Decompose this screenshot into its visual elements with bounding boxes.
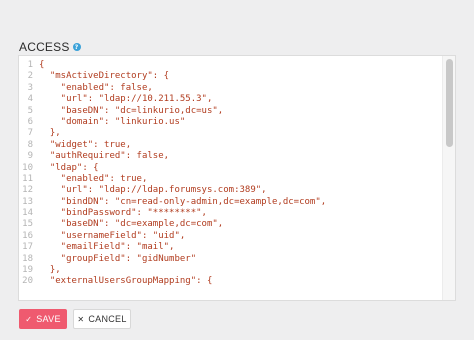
code-text: "baseDN": "dc=linkurio,dc=us", (39, 105, 224, 116)
code-text: "bindPassword": "********", (39, 208, 207, 219)
code-area[interactable]: 1{2 "msActiveDirectory": {3 "enabled": f… (19, 60, 441, 288)
check-icon: ✓ (25, 314, 33, 324)
line-number: 10 (22, 162, 33, 173)
section-title: ACCESS ? (19, 40, 81, 54)
save-label: SAVE (36, 314, 61, 324)
line-number: 17 (22, 242, 33, 253)
code-text: "emailField": "mail", (39, 242, 175, 253)
code-line[interactable]: 12 "url": "ldap://ldap.forumsys.com:389"… (19, 185, 441, 196)
json-editor[interactable]: 1{2 "msActiveDirectory": {3 "enabled": f… (18, 55, 456, 301)
code-line[interactable]: 1{ (19, 60, 441, 71)
line-number: 4 (27, 94, 33, 105)
code-line[interactable]: 20 "externalUsersGroupMapping": { (19, 276, 441, 287)
code-line[interactable]: 13 "bindDN": "cn=read-only-admin,dc=exam… (19, 197, 441, 208)
line-number: 16 (22, 230, 33, 241)
line-number: 19 (22, 265, 33, 276)
code-text: "widget": true, (39, 139, 132, 150)
code-line[interactable]: 18 "groupField": "gidNumber" (19, 254, 441, 265)
line-number: 2 (27, 71, 33, 82)
code-line[interactable]: 8 "widget": true, (19, 140, 441, 151)
code-text: "url": "ldap://10.211.55.3", (39, 94, 213, 105)
code-line[interactable]: 7 }, (19, 128, 441, 139)
line-number: 12 (22, 185, 33, 196)
line-number: 8 (27, 139, 33, 150)
code-line[interactable]: 10 "ldap": { (19, 163, 441, 174)
line-number: 7 (27, 128, 33, 139)
code-text: "enabled": true, (39, 173, 148, 184)
code-line[interactable]: 14 "bindPassword": "********", (19, 208, 441, 219)
code-text: "bindDN": "cn=read-only-admin,dc=example… (39, 196, 327, 207)
code-text: }, (39, 128, 61, 139)
close-icon: ✕ (77, 314, 85, 324)
code-line[interactable]: 9 "authRequired": false, (19, 151, 441, 162)
code-line[interactable]: 2 "msActiveDirectory": { (19, 71, 441, 82)
code-line[interactable]: 15 "baseDN": "dc=example,dc=com", (19, 219, 441, 230)
line-number: 18 (22, 253, 33, 264)
help-icon[interactable]: ? (72, 43, 81, 51)
code-text: "url": "ldap://ldap.forumsys.com:389", (39, 185, 267, 196)
code-line[interactable]: 4 "url": "ldap://10.211.55.3", (19, 94, 441, 105)
code-line[interactable]: 3 "enabled": false, (19, 83, 441, 94)
scrollbar[interactable] (442, 56, 455, 300)
save-button[interactable]: ✓ SAVE (19, 309, 67, 329)
code-line[interactable]: 6 "domain": "linkurio.us" (19, 117, 441, 128)
code-text: "externalUsersGroupMapping": { (39, 276, 213, 287)
cancel-button[interactable]: ✕ CANCEL (73, 309, 131, 329)
code-text: "groupField": "gidNumber" (39, 253, 197, 264)
line-number: 20 (22, 276, 33, 287)
cancel-label: CANCEL (88, 314, 127, 324)
line-number: 5 (27, 105, 33, 116)
code-text: "authRequired": false, (39, 151, 170, 162)
line-number: 3 (27, 82, 33, 93)
code-line[interactable]: 11 "enabled": true, (19, 174, 441, 185)
line-number: 9 (27, 151, 33, 162)
line-number: 14 (22, 208, 33, 219)
line-number: 13 (22, 196, 33, 207)
code-text: "enabled": false, (39, 82, 153, 93)
code-line[interactable]: 17 "emailField": "mail", (19, 242, 441, 253)
line-number: 6 (27, 116, 33, 127)
code-line[interactable]: 16 "usernameField": "uid", (19, 231, 441, 242)
code-text: "usernameField": "uid", (39, 230, 186, 241)
code-text: }, (39, 265, 61, 276)
code-text: "domain": "linkurio.us" (39, 116, 186, 127)
section-title-label: ACCESS (19, 40, 70, 54)
scrollbar-thumb[interactable] (446, 59, 453, 147)
code-text: "msActiveDirectory": { (39, 71, 170, 82)
code-text: { (39, 60, 45, 70)
code-text: "ldap": { (39, 162, 99, 173)
line-number: 15 (22, 219, 33, 230)
code-text: "baseDN": "dc=example,dc=com", (39, 219, 224, 230)
line-number: 1 (27, 60, 33, 70)
code-line[interactable]: 19 }, (19, 265, 441, 276)
line-number: 11 (22, 173, 33, 184)
code-line[interactable]: 5 "baseDN": "dc=linkurio,dc=us", (19, 106, 441, 117)
